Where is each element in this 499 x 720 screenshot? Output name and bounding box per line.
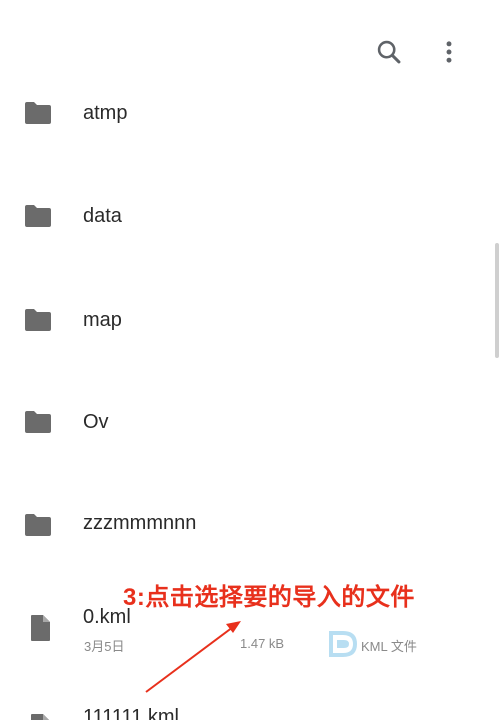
folder-name: Ov xyxy=(83,411,109,433)
folder-name: map xyxy=(83,309,122,331)
more-options-button[interactable] xyxy=(427,30,471,74)
file-picker-screen: atmp data map Ov zzzmmmnnn 0.kml 3月5日 1.… xyxy=(0,0,499,720)
file-type: KML 文件 xyxy=(361,639,417,654)
search-icon xyxy=(377,40,401,64)
list-item-folder[interactable]: data xyxy=(0,177,490,257)
watermark-logo-icon xyxy=(329,631,358,657)
list-item-folder[interactable]: zzzmmmnnn xyxy=(0,486,490,566)
folder-icon xyxy=(23,510,53,540)
annotation-text: 3:点击选择要的导入的文件 xyxy=(123,584,415,611)
search-button[interactable] xyxy=(367,30,411,74)
folder-icon xyxy=(23,98,53,128)
folder-name: atmp xyxy=(83,102,128,124)
file-name: 111111.kml xyxy=(83,706,179,720)
folder-name: data xyxy=(83,205,122,227)
folder-name: zzzmmmnnn xyxy=(83,512,197,534)
list-item-folder[interactable]: atmp xyxy=(0,74,490,154)
file-date: 3月5日 xyxy=(84,639,125,654)
folder-icon xyxy=(23,305,53,335)
folder-icon xyxy=(23,201,53,231)
folder-icon xyxy=(23,407,53,437)
file-icon xyxy=(25,712,55,720)
more-vert-icon xyxy=(446,41,452,63)
scrollbar[interactable] xyxy=(495,243,499,358)
file-size: 1.47 kB xyxy=(240,636,285,651)
list-item-folder[interactable]: Ov xyxy=(0,383,490,463)
list-item-file[interactable]: 111111.kml xyxy=(0,694,490,720)
list-item-folder[interactable]: map xyxy=(0,281,490,361)
file-icon xyxy=(25,613,55,643)
